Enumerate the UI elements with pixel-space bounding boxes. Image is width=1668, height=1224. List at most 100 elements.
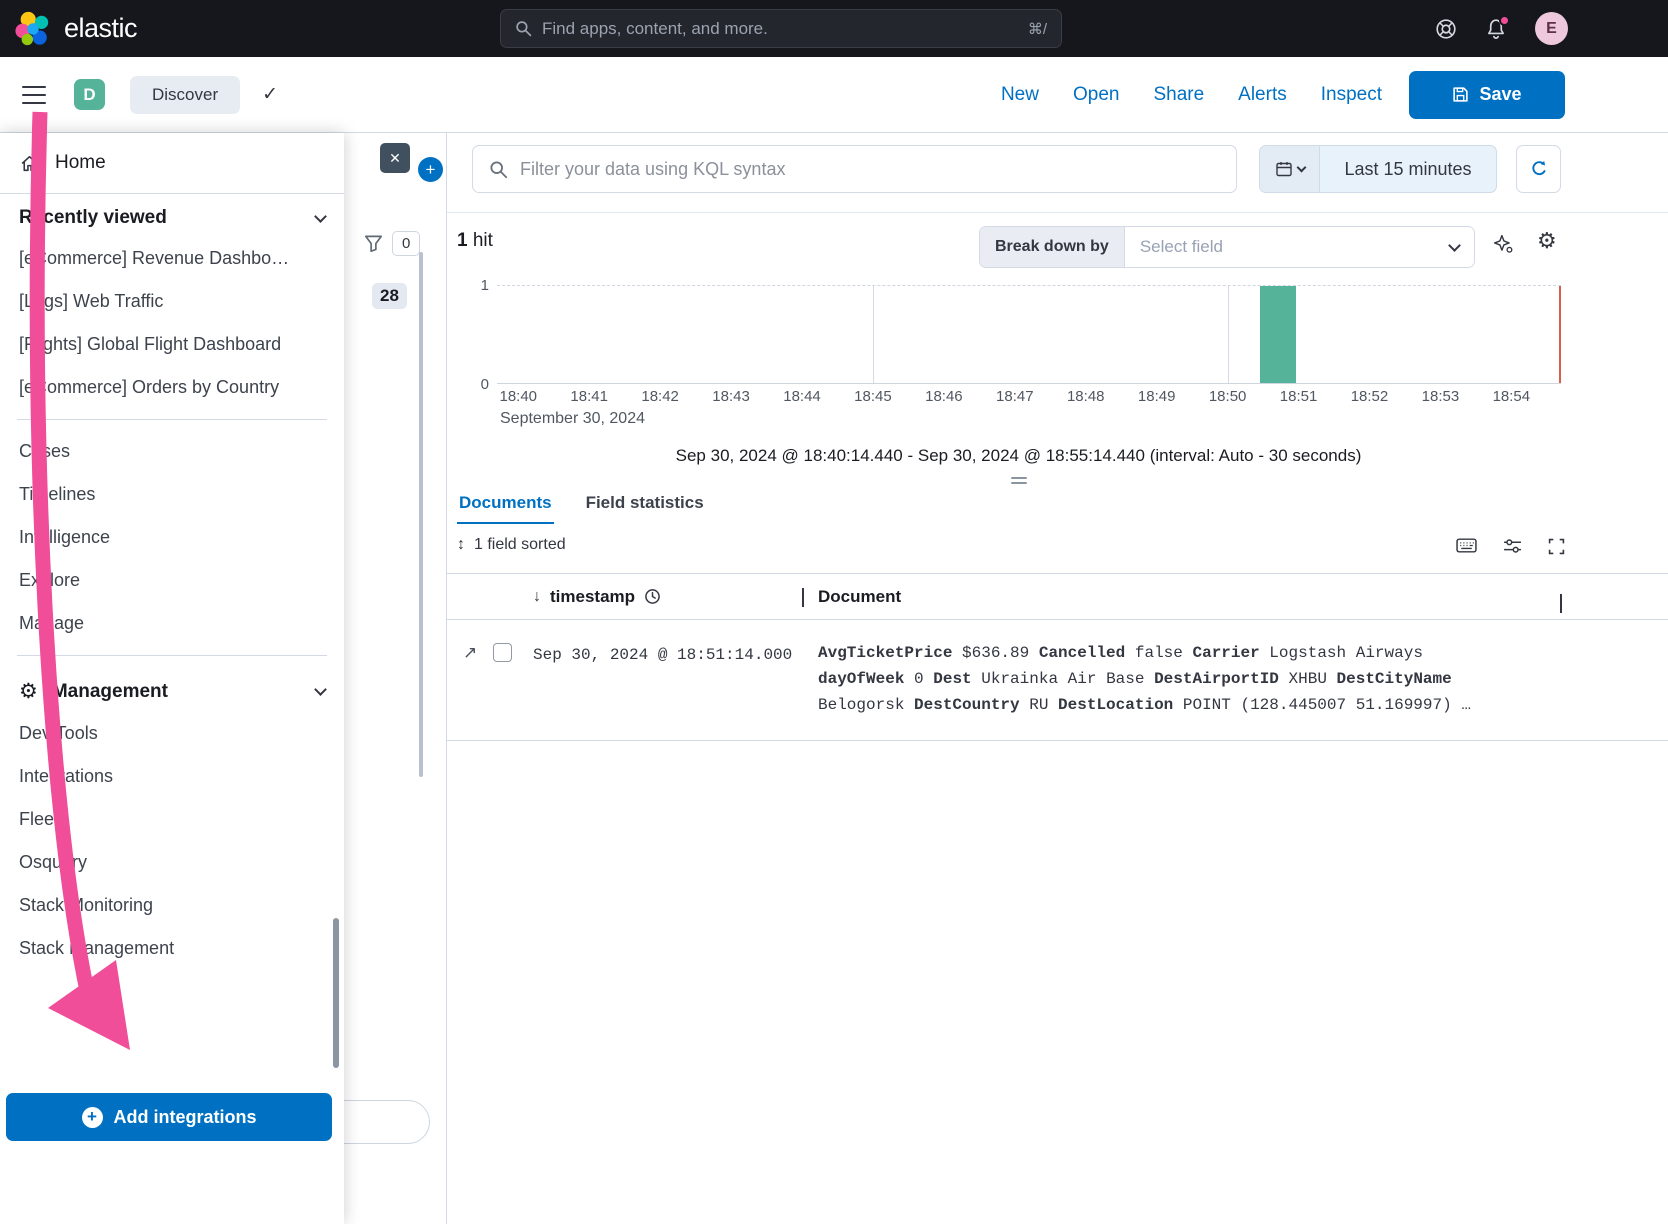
x-axis-tick: 18:49 <box>1138 388 1176 405</box>
expand-document-icon[interactable]: ↗ <box>463 643 477 663</box>
close-panel-button[interactable]: ✕ <box>380 143 410 173</box>
global-search-input[interactable]: Find apps, content, and more. ⌘/ <box>500 9 1062 48</box>
refresh-button[interactable] <box>1516 145 1561 193</box>
recently-viewed-title: Recently viewed <box>19 207 167 229</box>
field-name: Cancelled <box>1039 644 1125 662</box>
toolbar-action-link[interactable]: Open <box>1073 84 1119 106</box>
recently-viewed-item[interactable]: [Flights] Global Flight Dashboard <box>0 323 344 366</box>
save-button-label: Save <box>1479 84 1521 105</box>
divider <box>17 655 327 656</box>
row-document-cell[interactable]: AvgTicketPrice $636.89 Cancelled false C… <box>818 640 1508 718</box>
saved-query-check-icon[interactable]: ✓ <box>262 83 278 106</box>
toolbar-action-link[interactable]: Inspect <box>1321 84 1382 106</box>
chart-settings-gear-icon[interactable]: ⚙ <box>1537 228 1557 254</box>
document-row: ↗ Sep 30, 2024 @ 18:51:14.000 AvgTicketP… <box>447 620 1668 741</box>
available-fields-count-badge: 28 <box>372 283 407 309</box>
row-timestamp-cell[interactable]: Sep 30, 2024 @ 18:51:14.000 <box>533 640 818 718</box>
document-column-header[interactable]: Document <box>818 587 1508 607</box>
nav-item-home[interactable]: Home <box>0 133 344 193</box>
nav-item[interactable]: Intelligence <box>0 516 344 559</box>
menu-hamburger-icon[interactable] <box>22 86 46 104</box>
user-avatar[interactable]: E <box>1535 12 1568 45</box>
kql-placeholder: Filter your data using KQL syntax <box>520 159 785 180</box>
elastic-home-link[interactable]: elastic <box>14 10 137 48</box>
space-badge[interactable]: D <box>74 79 105 110</box>
time-range-value[interactable]: Last 15 minutes <box>1320 146 1496 192</box>
recently-viewed-item[interactable]: [Logs] Web Traffic <box>0 280 344 323</box>
toolbar-action-link[interactable]: New <box>1001 84 1039 106</box>
management-nav-item[interactable]: Integrations <box>0 755 344 798</box>
management-nav-item[interactable]: Dev Tools <box>0 712 344 755</box>
fullscreen-icon[interactable] <box>1548 538 1565 555</box>
save-button[interactable]: Save <box>1409 71 1565 119</box>
header-actions: E <box>1435 0 1568 57</box>
row-checkbox[interactable] <box>493 643 512 662</box>
help-icon[interactable] <box>1435 18 1457 40</box>
add-field-button[interactable]: + <box>418 157 443 182</box>
sorted-fields-label: 1 field sorted <box>474 536 566 554</box>
toolbar-action-link[interactable]: Alerts <box>1238 84 1287 106</box>
display-options-icon[interactable] <box>1503 538 1522 555</box>
timestamp-column-header[interactable]: ↓ timestamp <box>533 587 818 607</box>
app-toolbar: D Discover ✓ New Open Share Alerts Inspect S… <box>0 57 1668 133</box>
x-axis-ticks: 18:4018:4118:4218:4318:4418:4518:4618:47… <box>497 388 1561 410</box>
nav-scrollbar[interactable] <box>333 918 339 1068</box>
management-nav-item[interactable]: Stack Management <box>0 927 344 970</box>
field-panel-scrollbar[interactable] <box>419 252 423 777</box>
keyboard-shortcuts-icon[interactable] <box>1456 538 1477 555</box>
timestamp-column-menu-icon[interactable] <box>802 588 804 606</box>
add-integrations-label: Add integrations <box>114 1107 257 1128</box>
recently-viewed-section-header[interactable]: Recently viewed <box>0 194 344 237</box>
field-name: AvgTicketPrice <box>818 644 952 662</box>
recently-viewed-item[interactable]: [eCommerce] Orders by Country <box>0 366 344 409</box>
chevron-down-icon <box>1448 239 1461 252</box>
breadcrumb-discover[interactable]: Discover <box>130 76 240 114</box>
chart-resize-handle[interactable] <box>457 477 1580 484</box>
recently-viewed-item[interactable]: [eCommerce] Revenue Dashbo… <box>0 237 344 280</box>
x-axis-tick: 18:42 <box>641 388 679 405</box>
hits-label: hit <box>473 230 493 251</box>
document-column-menu-icon[interactable] <box>1560 594 1562 612</box>
nav-item[interactable]: Manage <box>0 602 344 645</box>
histogram-chart: 1 0 18:4018:4118:4218:4318:4418:4518:461… <box>457 285 1580 428</box>
hits-count: 1 hit <box>457 230 493 252</box>
home-icon <box>19 153 40 174</box>
management-nav-item[interactable]: Fleet <box>0 798 344 841</box>
management-nav-item[interactable]: Osquery <box>0 841 344 884</box>
management-title: Management <box>52 681 168 703</box>
timestamp-column-label: timestamp <box>550 587 635 607</box>
x-axis-tick: 18:44 <box>783 388 821 405</box>
tab-field-statistics[interactable]: Field statistics <box>584 488 706 524</box>
gear-icon: ⚙ <box>19 679 38 704</box>
query-bar-divider <box>447 212 1668 213</box>
field-filters-control[interactable]: 0 <box>364 231 420 256</box>
histogram-bar[interactable] <box>1260 286 1295 383</box>
toolbar-action-link[interactable]: Share <box>1153 84 1204 106</box>
y-axis-tick-min: 0 <box>457 376 489 393</box>
add-integrations-button[interactable]: + Add integrations <box>6 1093 332 1141</box>
kql-query-input[interactable]: Filter your data using KQL syntax <box>472 145 1237 193</box>
notifications-bell-icon[interactable] <box>1485 18 1507 40</box>
search-icon <box>489 160 508 179</box>
management-nav-item[interactable]: Stack Monitoring <box>0 884 344 927</box>
chart-plot-area[interactable] <box>497 285 1561 384</box>
grid-header-controls <box>457 595 533 598</box>
nav-item[interactable]: Timelines <box>0 473 344 516</box>
chevron-down-icon <box>314 210 327 223</box>
chart-gridline <box>873 286 874 383</box>
chart-suggestions-icon[interactable] <box>1493 234 1513 254</box>
nav-item[interactable]: Explore <box>0 559 344 602</box>
nav-item[interactable]: Cases <box>0 430 344 473</box>
sort-fields-icon: ↕ <box>457 536 465 554</box>
chevron-down-icon <box>1296 163 1306 173</box>
refresh-icon <box>1530 160 1548 178</box>
quick-select-date-button[interactable] <box>1260 146 1320 192</box>
x-axis-tick: 18:50 <box>1209 388 1247 405</box>
toolbar-action-links: New Open Share Alerts Inspect <box>1001 84 1382 106</box>
security-nav-list: CasesTimelinesIntelligenceExploreManage <box>0 430 344 645</box>
tab-documents[interactable]: Documents <box>457 488 554 524</box>
management-section-header[interactable]: ⚙ Management <box>0 666 344 712</box>
breakdown-field-select[interactable]: Select field <box>1125 227 1474 267</box>
current-time-marker <box>1559 286 1561 383</box>
hits-number: 1 <box>457 230 468 251</box>
